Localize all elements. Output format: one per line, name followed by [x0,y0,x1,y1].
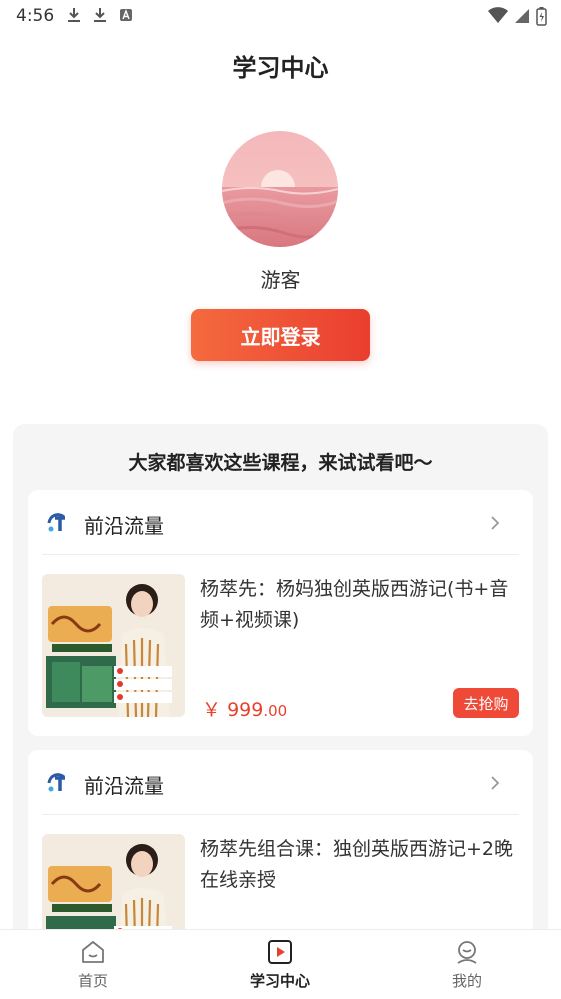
nav-label: 学习中心 [249,972,310,990]
course-title[interactable]: 杨萃先：杨妈独创英版西游记(书+音频+视频课) [200,574,518,636]
nav-item-mine[interactable]: 我的 [407,938,527,998]
course-title[interactable]: 杨萃先组合课：独创英版西游记+2晚在线亲授 [200,834,518,896]
provider-name: 前沿流量 [84,514,164,538]
price-symbol: ￥ [202,699,222,721]
page-title: 学习中心 [232,54,329,82]
price-integer: 999 [227,699,264,721]
course-price: ￥ 999.00 [202,695,287,722]
course-card[interactable]: 前沿流量 杨萃先组合课：独创英版西游记+2晚在线亲授 [28,750,533,977]
course-cover-image [42,574,185,717]
nav-label: 我的 [451,972,482,990]
provider-logo-icon [47,513,66,532]
status-bar: 4:56 [0,0,561,32]
price-decimal: .00 [263,702,288,720]
sunset-avatar-image [222,131,338,247]
play-icon [268,940,292,964]
bottom-nav: 首页 学习中心 我的 [0,929,561,999]
provider-logo-icon [47,773,66,792]
buy-button[interactable]: 去抢购 [453,688,519,718]
profile-icon [457,941,477,964]
divider [42,814,519,815]
home-icon [82,941,104,963]
battery-icon [536,7,547,26]
download-icon [68,8,80,22]
chevron-right-icon[interactable] [488,514,502,532]
nav-item-home[interactable]: 首页 [33,938,153,998]
chevron-right-icon[interactable] [488,774,502,792]
status-time: 4:56 [16,6,55,26]
card-header[interactable]: 前沿流量 [28,490,533,554]
card-header[interactable]: 前沿流量 [28,750,533,814]
username: 游客 [260,268,301,292]
provider-name: 前沿流量 [84,774,164,798]
download-icon [94,8,106,22]
nav-item-learning-center[interactable]: 学习中心 [220,938,340,998]
nav-label: 首页 [77,972,108,990]
divider [42,554,519,555]
course-thumbnail[interactable] [42,574,185,717]
recommendation-title: 大家都喜欢这些课程，来试试看吧～ [128,452,433,474]
signal-icon [515,9,529,23]
wifi-icon [488,7,508,23]
app-notification-icon [120,9,132,21]
login-button[interactable]: 立即登录 [191,309,370,361]
course-card[interactable]: 前沿流量 杨萃先：杨妈独创英版西游记(书+音频+视频课) ￥ 999.00 去抢… [28,490,533,736]
avatar[interactable] [222,131,338,247]
